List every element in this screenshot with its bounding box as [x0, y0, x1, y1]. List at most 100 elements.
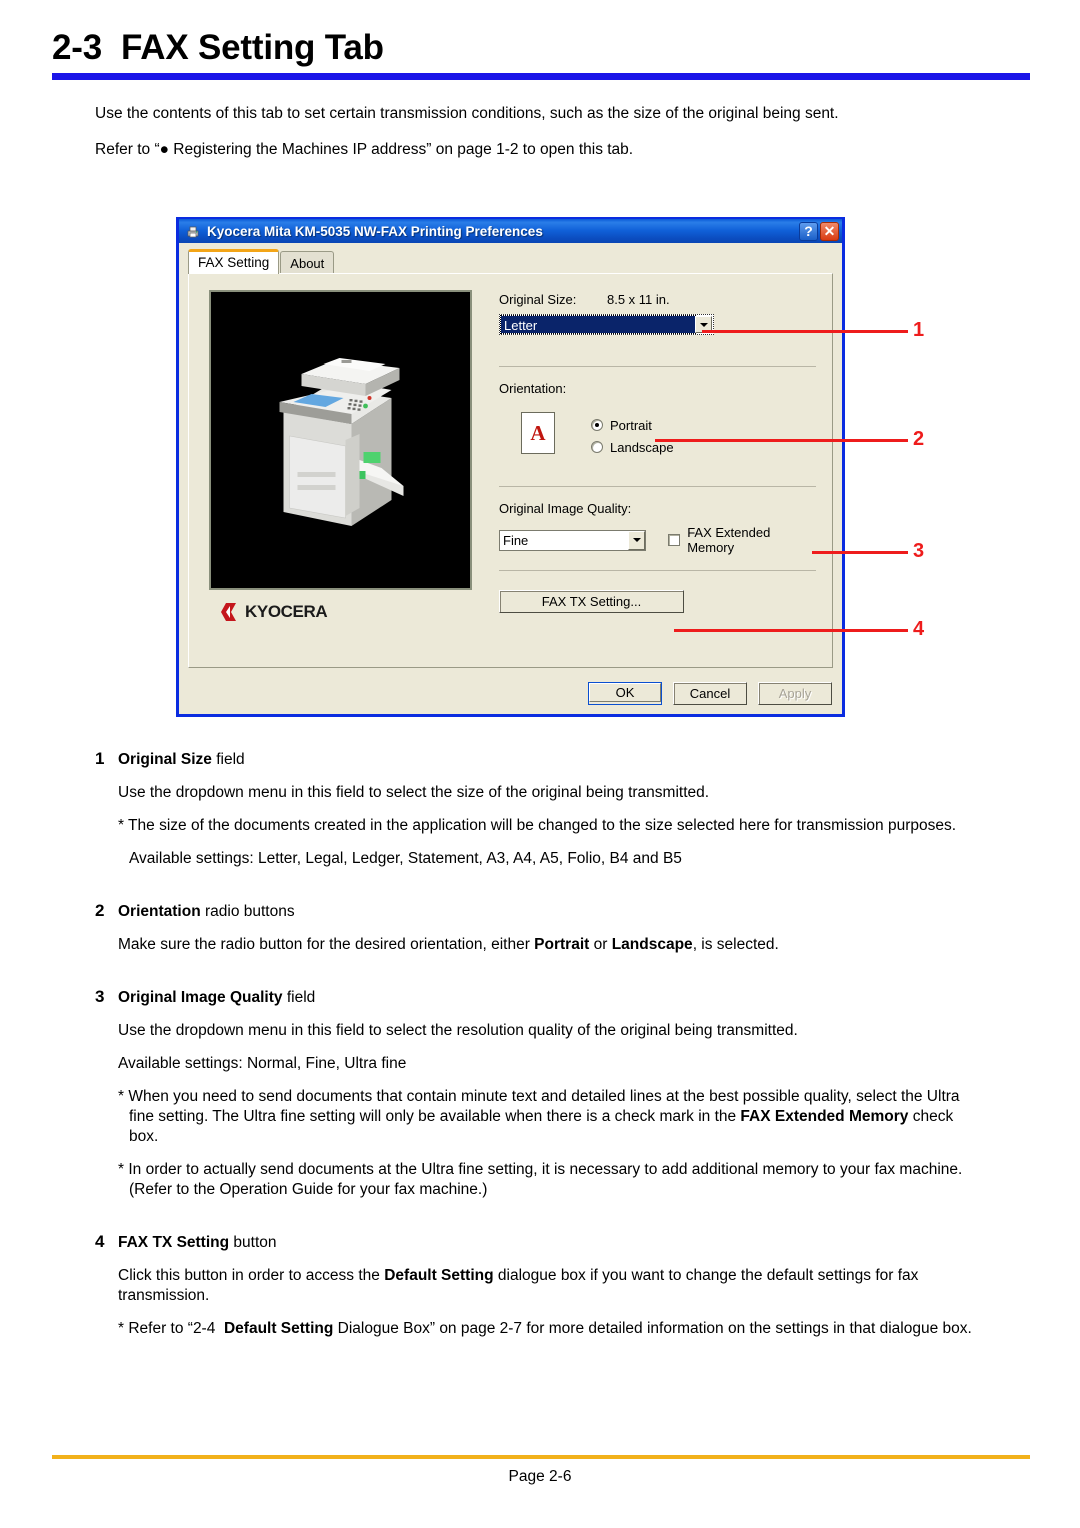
section-3-para-3: * When you need to send documents that c…: [118, 1088, 960, 1145]
callout-3-leader: [846, 551, 908, 554]
section-3-para-1: Use the dropdown menu in this field to s…: [118, 1022, 798, 1039]
section-4-title-rest: button: [229, 1234, 277, 1251]
footer-rule: [52, 1455, 1030, 1459]
callout-1-inner-leader: [702, 330, 848, 333]
section-1-number: 1: [95, 749, 105, 768]
fax-tx-setting-button[interactable]: FAX TX Setting...: [499, 590, 684, 613]
divider-1: [499, 366, 816, 367]
paper-icon-letter: A: [530, 420, 546, 445]
dialog-titlebar[interactable]: Kyocera Mita KM-5035 NW-FAX Printing Pre…: [176, 217, 845, 243]
intro-line-2: Refer to “● Registering the Machines IP …: [95, 141, 634, 158]
printing-preferences-dialog: Kyocera Mita KM-5035 NW-FAX Printing Pre…: [176, 217, 845, 717]
callout-3-number: 3: [913, 540, 925, 562]
document-page: 2-3 FAX Setting Tab Use the contents of …: [0, 0, 1080, 1528]
kyocera-logo: KYOCERA: [219, 602, 328, 622]
section-1: 1 Original Size field Use the dropdown m…: [95, 748, 975, 869]
apply-button: Apply: [758, 682, 832, 705]
radio-portrait-label: Portrait: [610, 417, 652, 433]
image-quality-dropdown[interactable]: Fine: [499, 529, 647, 551]
section-3-title-bold: Original Image Quality: [118, 989, 283, 1006]
orientation-radios: Portrait Landscape: [591, 412, 674, 458]
device-preview: [209, 290, 472, 590]
radio-portrait-indicator[interactable]: [591, 419, 603, 431]
kyocera-logo-text: KYOCERA: [245, 602, 328, 621]
kyocera-mark-icon: [219, 602, 241, 622]
section-3-para-4: * In order to actually send documents at…: [118, 1161, 963, 1198]
callout-2-number: 2: [913, 428, 925, 450]
window-buttons: ? ✕: [799, 221, 839, 241]
section-2-heading: 2 Orientation radio buttons: [95, 900, 975, 923]
close-icon[interactable]: ✕: [820, 221, 839, 241]
dialog-footer-buttons: OK Cancel Apply: [588, 682, 832, 705]
page-title-text: 2-3 FAX Setting Tab: [52, 28, 384, 67]
radio-portrait[interactable]: Portrait: [591, 414, 674, 436]
dialog-title: Kyocera Mita KM-5035 NW-FAX Printing Pre…: [207, 223, 543, 239]
section-2-title-bold: Orientation: [118, 903, 201, 920]
chevron-down-icon[interactable]: [628, 530, 646, 550]
tabstrip: FAX Setting About: [188, 249, 335, 274]
callout-4-inner-leader: [674, 629, 848, 632]
fax-extended-memory-checkbox[interactable]: FAX Extended Memory: [668, 525, 820, 555]
image-quality-group: Original Image Quality: Fine FAX Extende…: [499, 500, 820, 555]
cancel-button[interactable]: Cancel: [673, 682, 747, 705]
section-gap-1: [95, 882, 975, 900]
ok-button-label: OK: [589, 683, 661, 702]
section-2-title-rest: radio buttons: [200, 903, 295, 920]
mfp-device-illustration: [279, 358, 403, 526]
fax-extended-memory-label: FAX Extended Memory: [687, 525, 771, 555]
section-2-para-1: Make sure the radio button for the desir…: [118, 936, 779, 953]
section-1-para-3: Available settings: Letter, Legal, Ledge…: [129, 850, 682, 867]
divider-3: [499, 570, 816, 571]
callout-2-leader: [846, 439, 908, 442]
callout-4-leader: [846, 629, 908, 632]
sections-block: 1 Original Size field Use the dropdown m…: [95, 748, 975, 1352]
image-quality-label: Original Image Quality:: [499, 501, 632, 516]
fax-tx-setting-row: FAX TX Setting...: [499, 578, 820, 613]
tab-about[interactable]: About: [280, 251, 335, 274]
callout-4-number: 4: [913, 618, 925, 640]
section-4-title-bold: FAX TX Setting: [118, 1234, 230, 1251]
section-1-heading: 1 Original Size field: [95, 748, 975, 771]
section-3: 3 Original Image Quality field Use the d…: [95, 986, 975, 1200]
original-size-dimension: 8.5 x 11 in.: [607, 292, 670, 307]
original-size-label: Original Size:: [499, 292, 577, 307]
orientation-group: Orientation: A Portrait Landscape: [499, 380, 820, 458]
section-4-para-1: Click this button in order to access the…: [118, 1267, 919, 1304]
divider-2: [499, 486, 816, 487]
intro-block: Use the contents of this tab to set cert…: [95, 104, 975, 176]
section-1-para-2: * The size of the documents created in t…: [118, 817, 957, 834]
section-1-title-bold: Original Size: [118, 751, 212, 768]
printer-icon: [185, 224, 201, 239]
checkbox-indicator[interactable]: [668, 534, 681, 546]
tab-fax-setting[interactable]: FAX Setting: [188, 249, 280, 274]
ok-button[interactable]: OK: [588, 682, 662, 705]
section-4-para-2: * Refer to “2-4 Default Setting Dialogue…: [118, 1320, 972, 1337]
section-4: 4 FAX TX Setting button Click this butto…: [95, 1231, 975, 1339]
section-gap-2: [95, 968, 975, 986]
orientation-label: Orientation:: [499, 381, 567, 396]
callout-1-number: 1: [913, 319, 925, 341]
section-3-title-rest: field: [282, 989, 316, 1006]
section-3-para-2: Available settings: Normal, Fine, Ultra …: [118, 1055, 407, 1072]
callout-3-inner-leader: [812, 551, 848, 554]
portrait-paper-icon: A: [521, 412, 555, 454]
intro-line-1: Use the contents of this tab to set cert…: [95, 105, 839, 122]
section-3-number: 3: [95, 987, 105, 1006]
title-rule: [52, 73, 1030, 80]
callout-1-leader: [846, 330, 908, 333]
preview-pane: KYOCERA: [197, 282, 480, 659]
section-2-number: 2: [95, 901, 105, 920]
settings-column: Original Size: 8.5 x 11 in. Letter Orien…: [489, 282, 824, 659]
section-1-para-1: Use the dropdown menu in this field to s…: [118, 784, 710, 801]
section-gap-3: [95, 1213, 975, 1231]
image-quality-value: Fine: [503, 532, 529, 548]
original-size-dropdown[interactable]: Letter: [499, 314, 714, 335]
help-icon[interactable]: ?: [799, 221, 818, 241]
section-2: 2 Orientation radio buttons Make sure th…: [95, 900, 975, 955]
radio-landscape-indicator[interactable]: [591, 441, 603, 453]
page-title: 2-3 FAX Setting Tab: [52, 26, 1030, 78]
callout-2-inner-leader: [655, 439, 848, 442]
dialog-body: FAX Setting About KYOCERA Original Size:…: [179, 245, 842, 714]
original-size-value: Letter: [500, 315, 696, 334]
section-3-heading: 3 Original Image Quality field: [95, 986, 975, 1009]
